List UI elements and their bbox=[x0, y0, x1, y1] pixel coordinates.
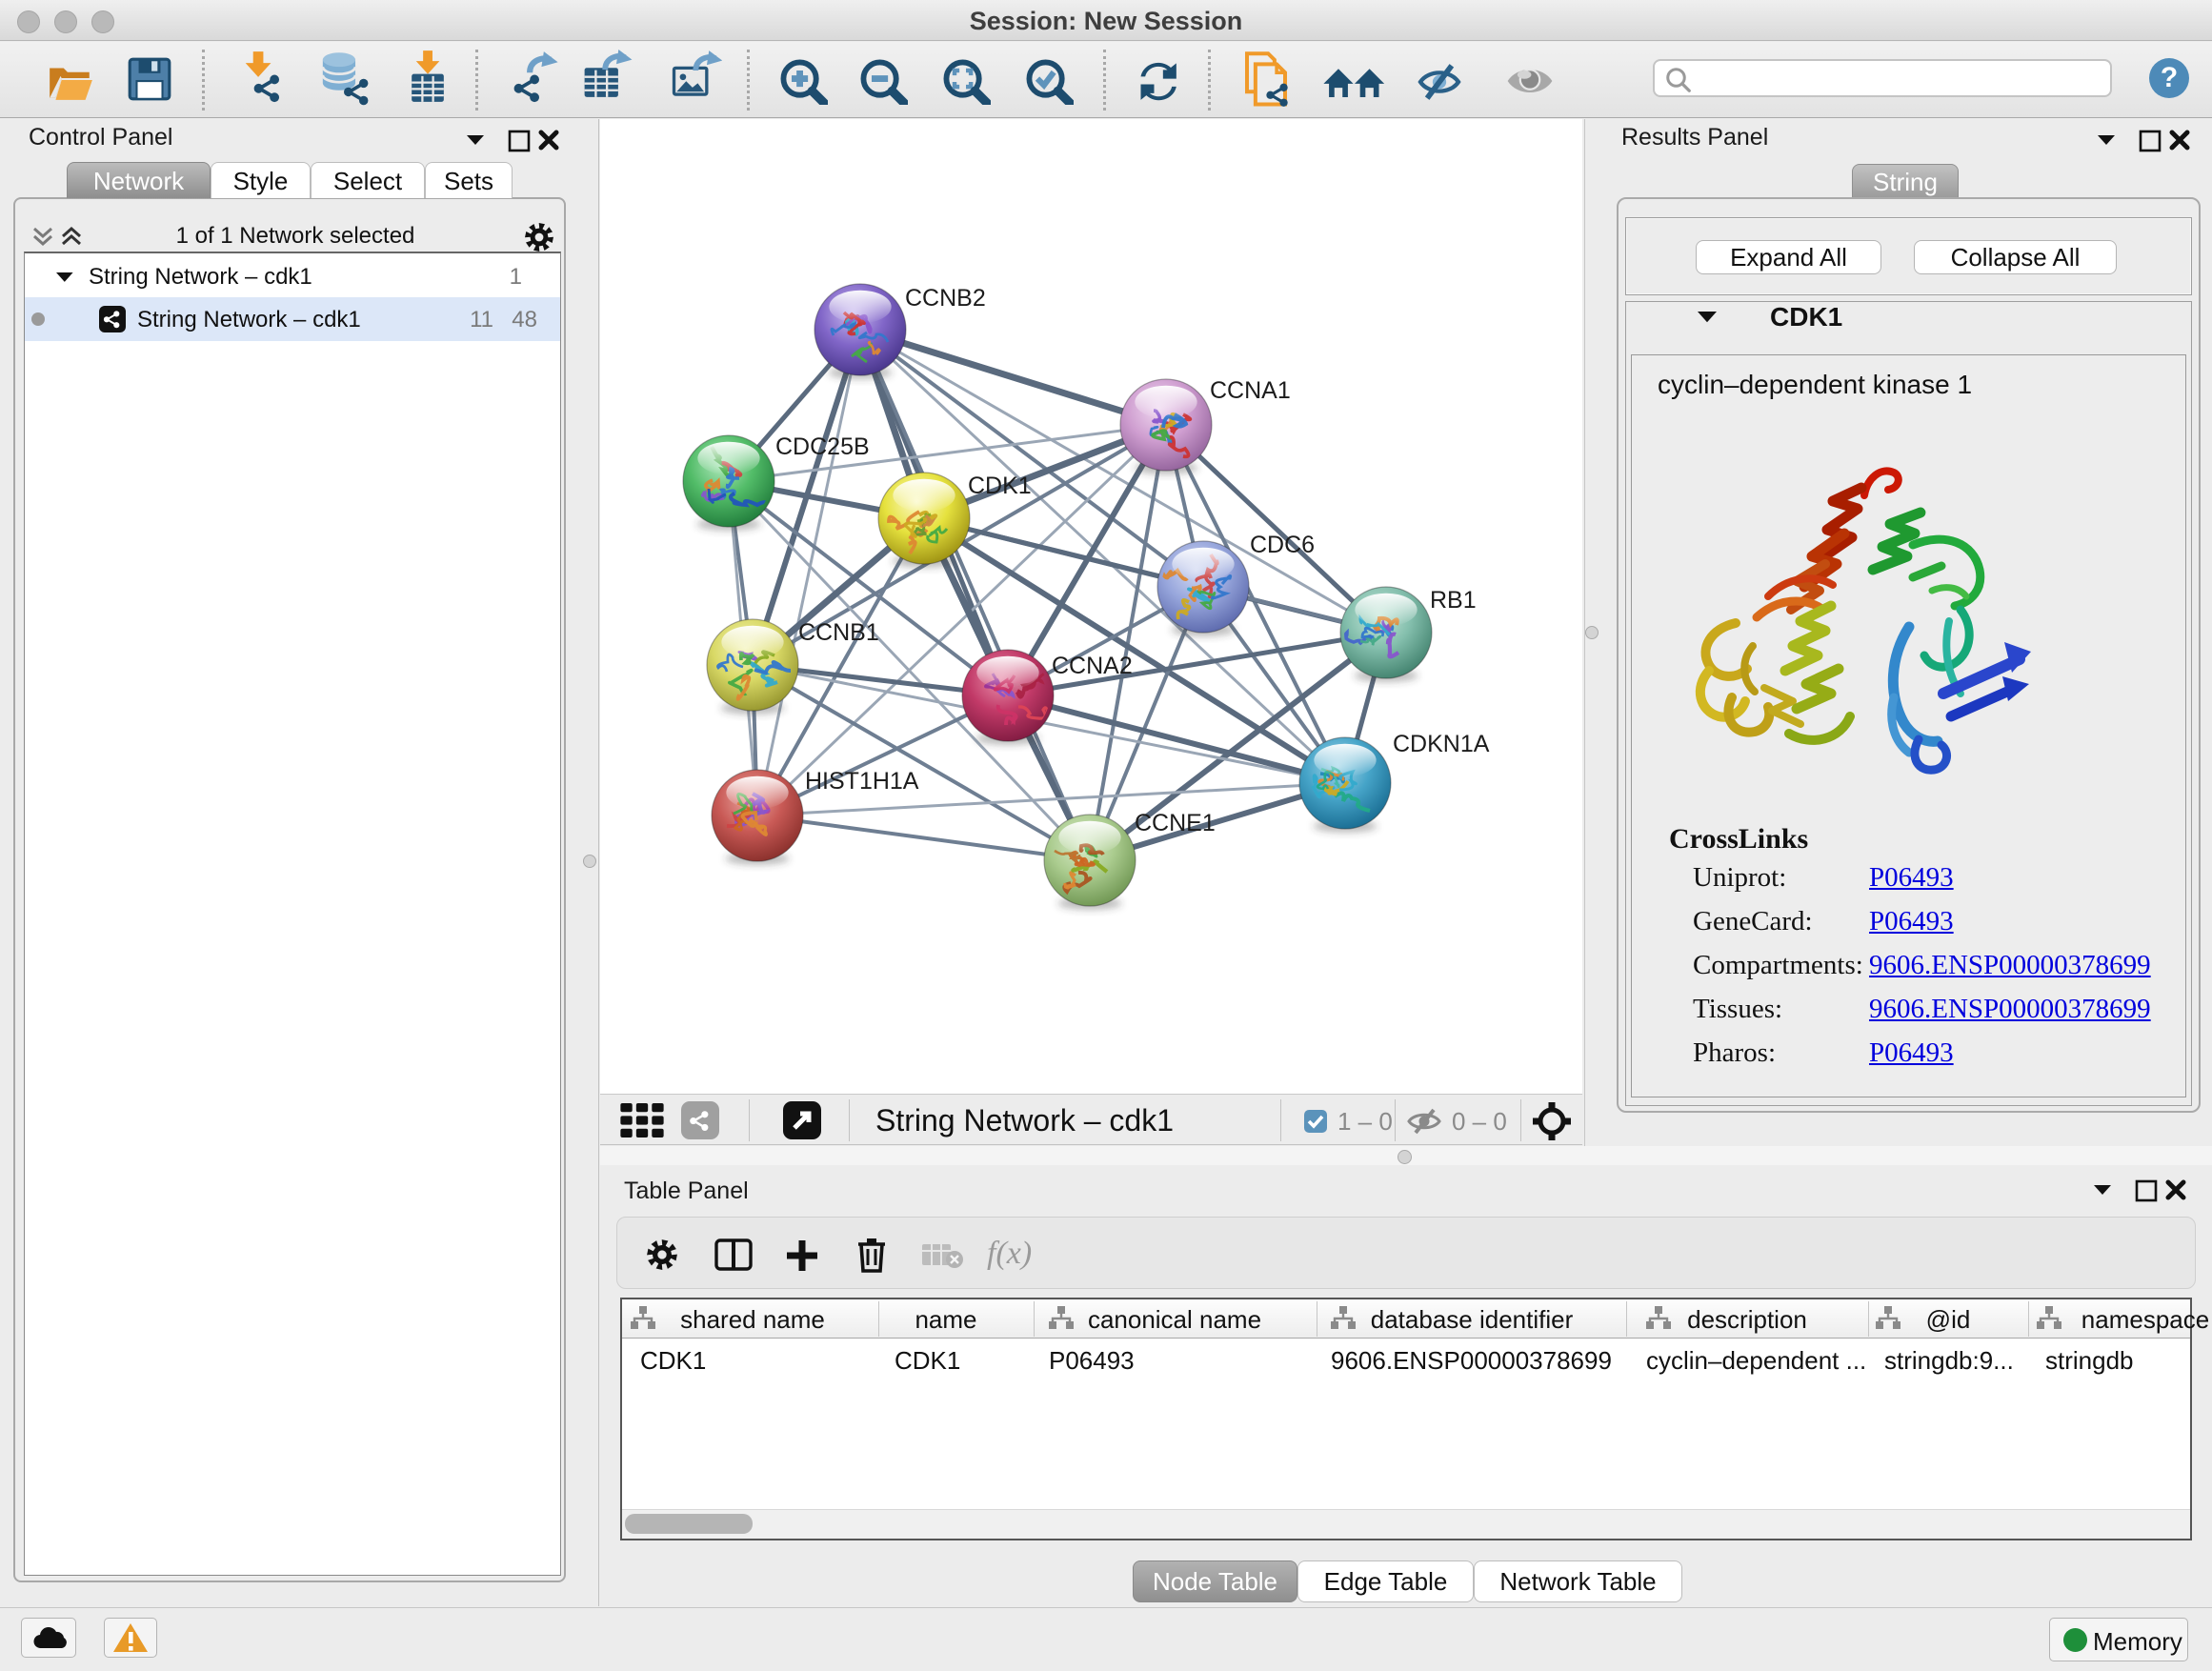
svg-text:CCNB1: CCNB1 bbox=[798, 619, 879, 646]
svg-text:CCNA1: CCNA1 bbox=[1210, 377, 1291, 404]
svg-text:CDKN1A: CDKN1A bbox=[1393, 731, 1490, 757]
svg-text:CDC25B: CDC25B bbox=[775, 433, 870, 460]
svg-text:HIST1H1A: HIST1H1A bbox=[805, 768, 919, 795]
svg-text:CCNE1: CCNE1 bbox=[1135, 810, 1216, 836]
svg-text:CCNA2: CCNA2 bbox=[1052, 653, 1133, 679]
svg-text:CDC6: CDC6 bbox=[1250, 532, 1315, 558]
svg-text:RB1: RB1 bbox=[1430, 587, 1477, 614]
svg-text:CDK1: CDK1 bbox=[968, 473, 1032, 499]
svg-text:CCNB2: CCNB2 bbox=[905, 285, 986, 312]
